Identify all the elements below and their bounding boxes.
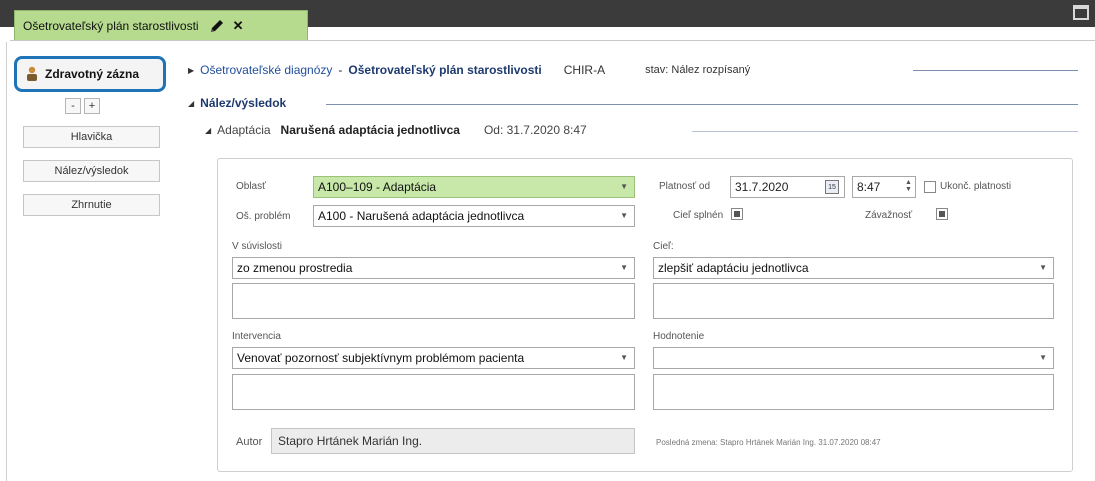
hodnotenie-label: Hodnotenie: [653, 331, 705, 342]
maximize-icon[interactable]: [1073, 5, 1089, 20]
tab-osetrovatelsky-plan[interactable]: Ošetrovateľský plán starostlivosti ✕: [14, 10, 308, 40]
chevron-down-icon[interactable]: ▼: [620, 206, 628, 226]
chevron-down-icon[interactable]: ▼: [1039, 348, 1047, 368]
header-divider: [913, 70, 1078, 71]
last-change-text: Posledná zmena: Stapro Hrtánek Marián In…: [656, 438, 881, 447]
ciel-select[interactable]: zlepšiť adaptáciu jednotlivca ▼: [653, 257, 1054, 279]
nav-nalez-vysledok[interactable]: Nález/výsledok: [23, 160, 160, 182]
suvislost-label: V súvislosti: [232, 241, 283, 252]
subsection-name: Narušená adaptácia jednotlivca: [280, 123, 460, 137]
oblast-label: Oblasť: [236, 181, 266, 192]
problem-select[interactable]: A100 - Narušená adaptácia jednotlivca ▼: [313, 205, 635, 227]
collapse-arrow-icon[interactable]: ◢: [205, 126, 211, 135]
ciel-value: zlepšiť adaptáciu jednotlivca: [658, 261, 809, 275]
health-record-label: Zdravotný zázna: [45, 67, 140, 81]
zavaznost-checkbox[interactable]: [936, 208, 948, 220]
subsection-date: Od: 31.7.2020 8:47: [483, 123, 587, 137]
zavaznost-label: Závažnosť: [865, 210, 913, 221]
section-finding[interactable]: ◢ Nález/výsledok: [188, 96, 286, 110]
autor-label: Autor: [236, 436, 263, 448]
close-icon[interactable]: ✕: [233, 18, 244, 34]
section-title: Nález/výsledok: [200, 96, 287, 110]
section-divider: [326, 104, 1078, 105]
problem-label: Oš. problém: [236, 211, 291, 222]
subsection-label: Adaptácia: [217, 123, 271, 137]
calendar-icon[interactable]: 15: [825, 180, 839, 194]
breadcrumb: ▶ Ošetrovateľské diagnózy - Ošetrovateľs…: [188, 62, 750, 78]
platnost-label: Platnosť od: [659, 181, 711, 192]
platnost-date-value: 31.7.2020: [735, 180, 789, 194]
chevron-down-icon[interactable]: ▼: [1039, 258, 1047, 278]
problem-value: A100 - Narušená adaptácia jednotlivca: [318, 209, 525, 223]
subsection-divider: [692, 131, 1078, 132]
platnost-time-value: 8:47: [857, 180, 881, 194]
intervencia-value: Venovať pozornosť subjektívnym problémom…: [237, 351, 525, 365]
plan-title: Ošetrovateľský plán starostlivosti: [348, 63, 542, 77]
ciel-splnen-label: Cieľ splnén: [673, 210, 724, 221]
autor-value: Stapro Hrtánek Marián Ing.: [278, 434, 423, 448]
chevron-down-icon[interactable]: ▼: [620, 258, 628, 278]
collapse-arrow-icon[interactable]: ◢: [188, 99, 194, 108]
tab-title: Ošetrovateľský plán starostlivosti: [23, 18, 199, 33]
autor-field: Stapro Hrtánek Marián Ing.: [271, 428, 635, 454]
nav-hlavicka[interactable]: Hlavička: [23, 126, 160, 148]
collapse-button[interactable]: -: [65, 98, 81, 114]
subsection-adaptation[interactable]: ◢ Adaptácia Narušená adaptácia jednotliv…: [205, 123, 587, 137]
suvislost-select[interactable]: zo zmenou prostredia ▼: [232, 257, 635, 279]
nav-zhrnutie[interactable]: Zhrnutie: [23, 194, 160, 216]
pencil-icon[interactable]: [209, 18, 225, 34]
health-record-button[interactable]: Zdravotný zázna: [14, 56, 166, 92]
spinner-icon[interactable]: ▲ ▼: [905, 179, 912, 193]
diagnoses-link[interactable]: Ošetrovateľské diagnózy: [200, 63, 332, 77]
ukonc-checkbox[interactable]: [924, 181, 936, 193]
left-border: [6, 42, 7, 481]
chevron-down-icon[interactable]: ▼: [620, 348, 628, 368]
intervencia-label: Intervencia: [232, 331, 281, 342]
hodnotenie-select[interactable]: ▼: [653, 347, 1054, 369]
ciel-label: Cieľ:: [653, 241, 674, 252]
expand-arrow-icon[interactable]: ▶: [188, 66, 194, 75]
department-code: CHIR-A: [563, 63, 606, 77]
suvislost-value: zo zmenou prostredia: [237, 261, 353, 275]
suvislost-textarea[interactable]: [232, 283, 635, 319]
hodnotenie-textarea[interactable]: [653, 374, 1054, 410]
intervencia-textarea[interactable]: [232, 374, 635, 410]
ukonc-label: Ukonč. platnosti: [940, 181, 1012, 192]
chevron-down-icon[interactable]: ▼: [620, 177, 628, 197]
oblast-select[interactable]: A100–109 - Adaptácia ▼: [313, 176, 635, 198]
ciel-textarea[interactable]: [653, 283, 1054, 319]
ciel-splnen-checkbox[interactable]: [731, 208, 743, 220]
person-icon: [25, 66, 39, 82]
intervencia-select[interactable]: Venovať pozornosť subjektívnym problémom…: [232, 347, 635, 369]
status-text: stav: Nález rozpísaný: [645, 64, 751, 76]
expand-button[interactable]: +: [84, 98, 100, 114]
tab-divider: [10, 40, 1095, 41]
breadcrumb-separator: -: [338, 63, 343, 77]
oblast-value: A100–109 - Adaptácia: [318, 180, 437, 194]
